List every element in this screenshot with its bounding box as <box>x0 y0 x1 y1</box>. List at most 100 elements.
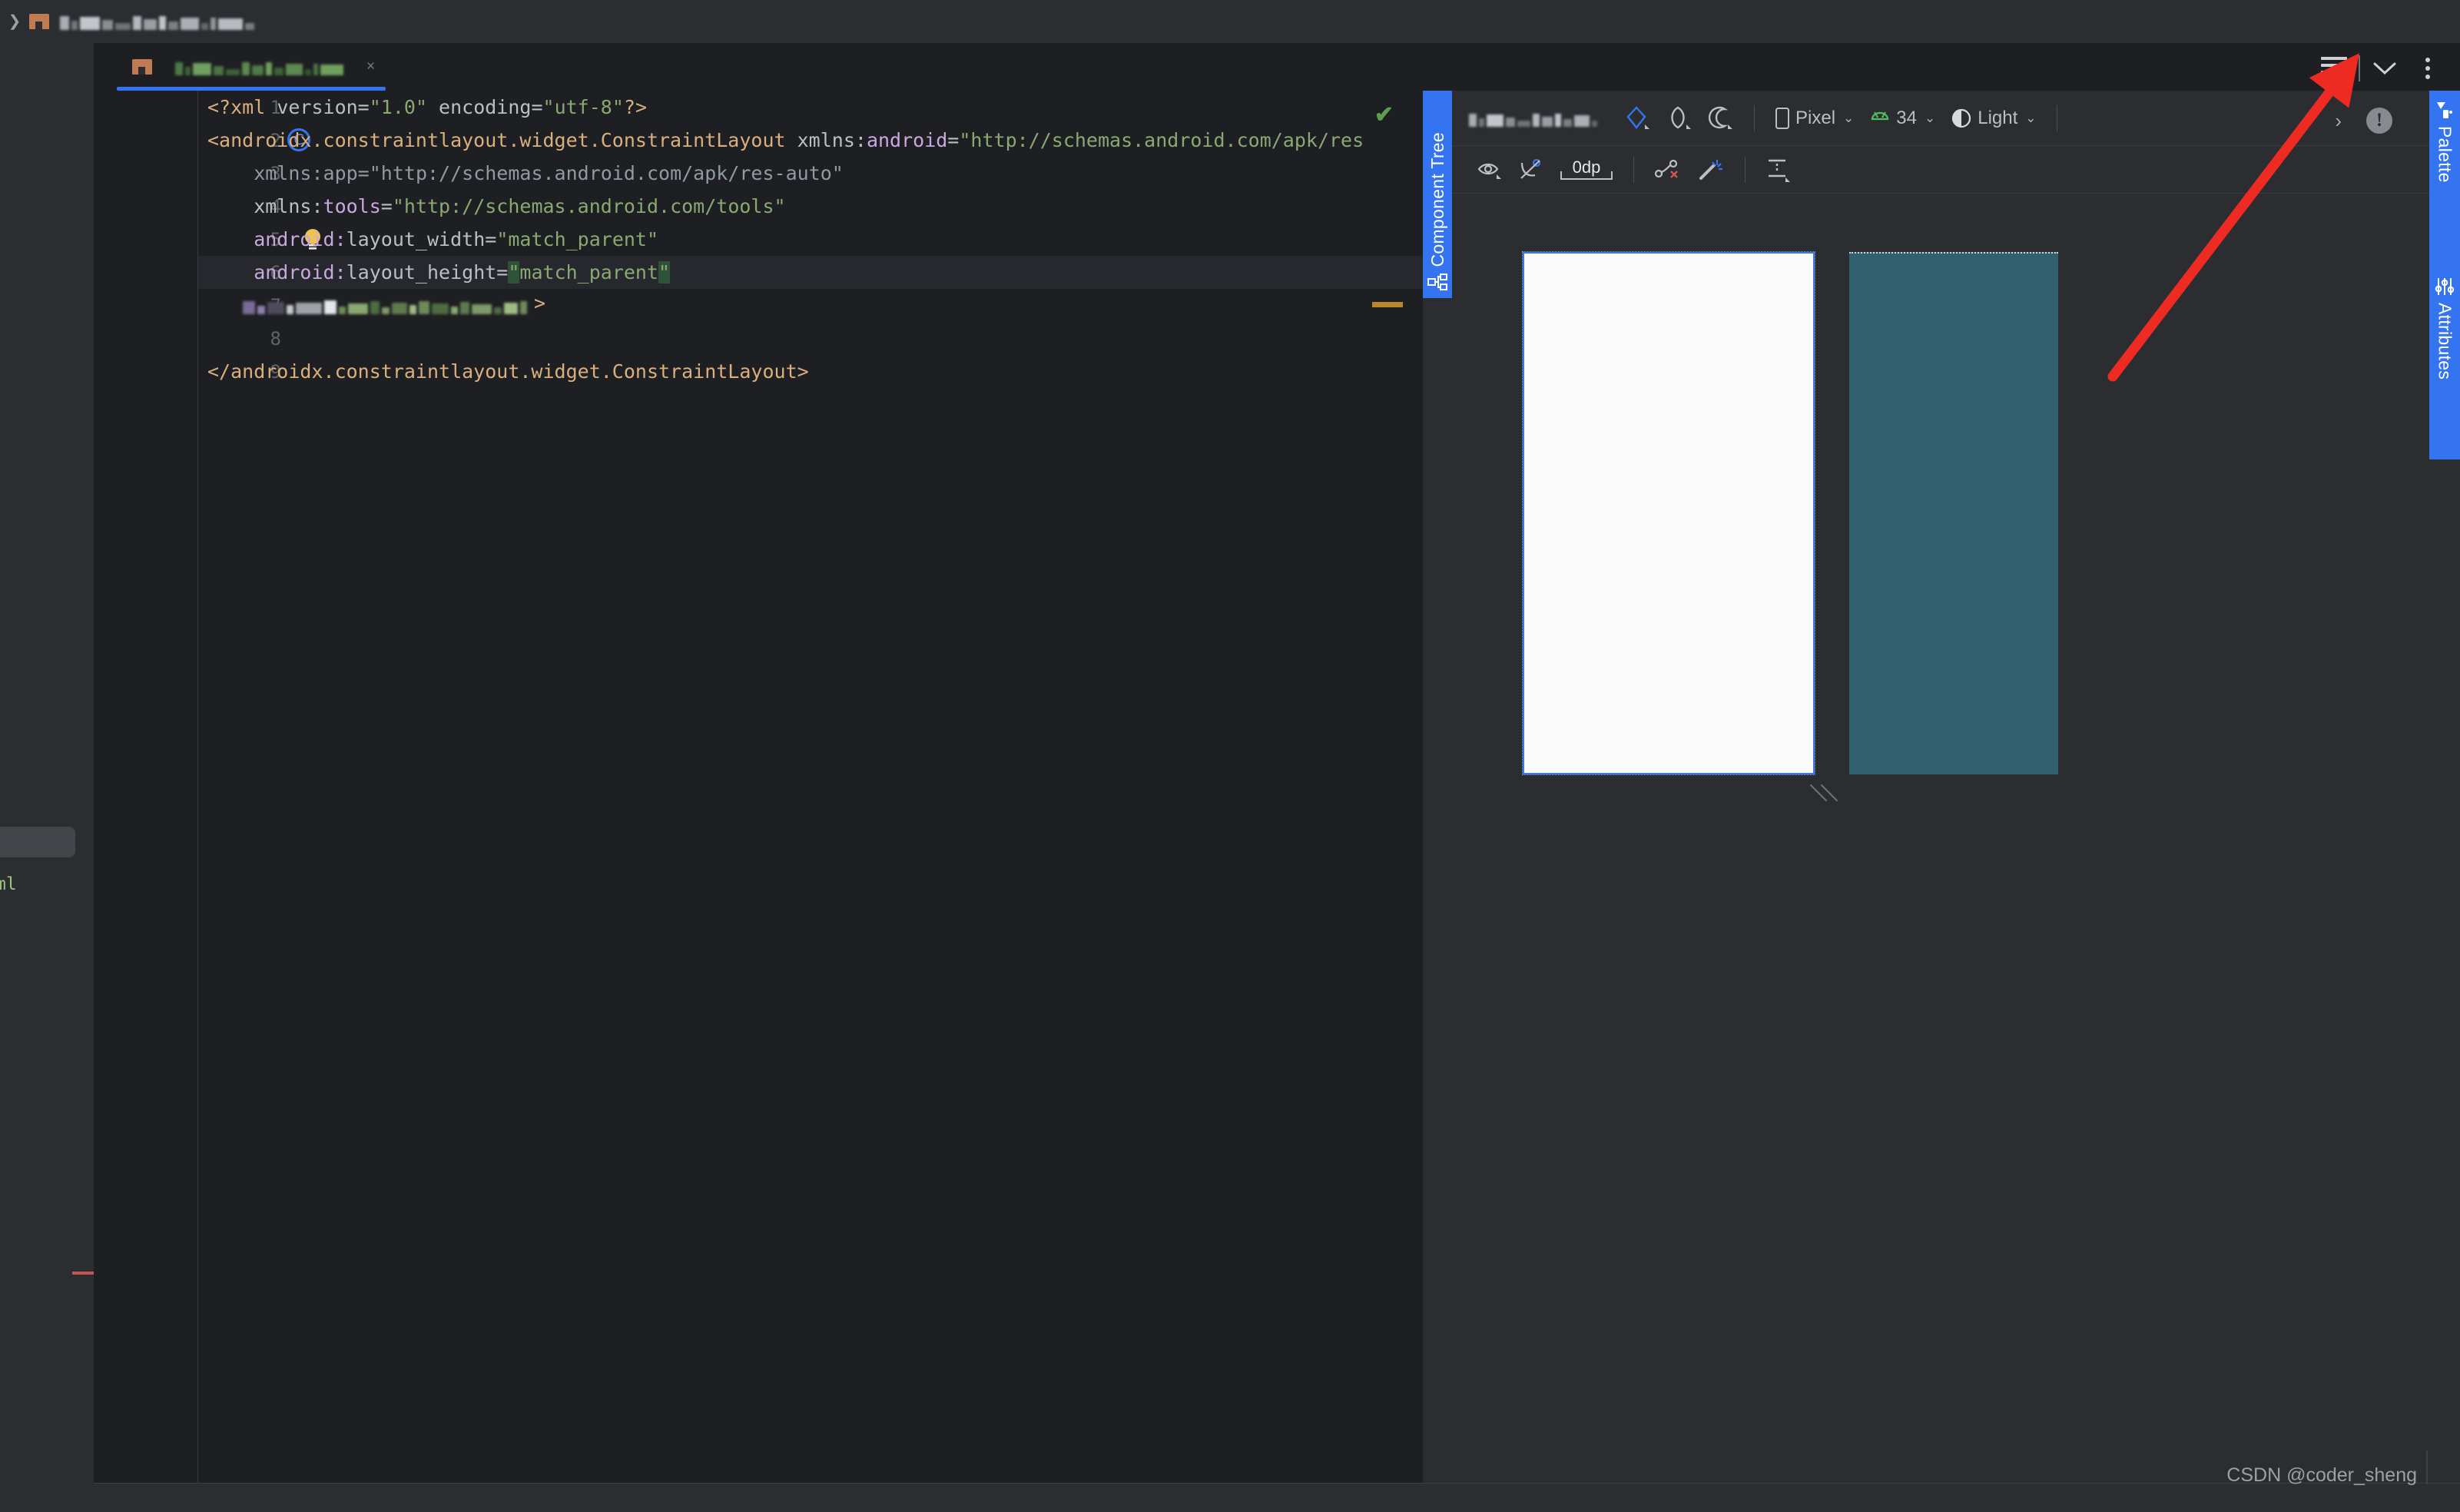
editor-tab-bar: × <box>94 43 2460 91</box>
code-token: <androidx.constraintlayout.widget.Constr… <box>207 129 786 151</box>
code-text: xmlns:tools="http://schemas.android.com/… <box>198 195 786 217</box>
code-token: match_parent <box>519 261 659 284</box>
watermark: CSDN @coder_sheng <box>2226 1464 2417 1486</box>
editor-tab-label-redacted <box>175 58 343 75</box>
code-line[interactable]: 9 </androidx.constraintlayout.widget.Cons… <box>198 355 1423 388</box>
code-line[interactable]: 7> <box>198 289 1423 322</box>
blueprint-preview-surface[interactable] <box>1849 252 2058 774</box>
line-number: 8 <box>270 327 281 350</box>
default-margin-button[interactable]: 0dp <box>1552 153 1621 187</box>
code-token: <?xml <box>207 96 277 118</box>
blueprint-mode-icon <box>1671 106 1691 129</box>
render-warning-icon[interactable]: ! <box>2366 108 2392 134</box>
watermark-divider <box>2426 1451 2428 1484</box>
code-lines[interactable]: 1 <?xml version="1.0" encoding="utf-8"?> 2… <box>198 91 1423 1483</box>
editor-layout-menu-button[interactable] <box>2312 48 2356 89</box>
resize-handle-icon[interactable] <box>1809 781 1839 804</box>
code-token: "http://schemas.android.com/tools" <box>392 195 786 217</box>
clear-constraints-icon <box>1654 159 1678 178</box>
project-panel-sliver[interactable]: ml <box>0 43 94 1512</box>
component-tree-rail <box>1423 298 1452 1483</box>
blueprint-mode-button[interactable] <box>1659 101 1700 135</box>
code-token: xmlns:app <box>207 162 358 184</box>
component-tree-label: Component Tree <box>1427 132 1447 267</box>
breadcrumb-expand-icon[interactable]: ❯ <box>5 0 25 43</box>
code-token: layout_height <box>346 261 497 284</box>
breadcrumb-bar: ❯ <box>0 0 2460 43</box>
code-token: encoding <box>427 96 532 118</box>
code-text: <?xml version="1.0" encoding="utf-8"?> <box>198 96 647 118</box>
rail-empty-area <box>2429 459 2460 1483</box>
xml-file-icon <box>29 12 49 31</box>
code-line[interactable]: 2 C <androidx.constraintlayout.widget.Cons… <box>198 124 1423 157</box>
code-line[interactable]: 1 <?xml version="1.0" encoding="utf-8"?> <box>198 91 1423 124</box>
chevron-down-icon: ⌄ <box>2025 110 2037 125</box>
code-text: </androidx.constraintlayout.widget.Const… <box>198 360 809 383</box>
infer-constraints-button[interactable] <box>1689 154 1732 185</box>
editor-tab-active[interactable]: × <box>117 43 386 91</box>
api-level-button[interactable]: 34 ⌄ <box>1862 104 1943 132</box>
status-bar-text <box>112 1489 121 1507</box>
night-mode-button[interactable] <box>1700 101 1742 135</box>
design-mode-icon <box>1626 105 1649 129</box>
tab-attributes[interactable]: Attributes <box>2429 267 2460 459</box>
component-tree-icon <box>1427 274 1447 290</box>
toolbar-divider <box>1633 156 1634 183</box>
toolbar-divider <box>1745 156 1746 183</box>
code-token: "utf-8" <box>542 96 624 118</box>
code-token: "http://schemas.android.com/apk/res-auto… <box>369 162 844 184</box>
code-token: = <box>380 195 393 217</box>
tab-component-tree[interactable]: Component Tree <box>1423 91 1452 298</box>
project-error-marker <box>72 1272 94 1275</box>
view-options-button[interactable] <box>1469 156 1510 184</box>
palette-label: Palette <box>2435 126 2455 183</box>
code-line[interactable]: 5 android:layout_width="match_parent" <box>198 223 1423 256</box>
code-token: android: <box>207 261 346 284</box>
project-selected-node[interactable] <box>0 827 75 857</box>
toggle-constraints-button[interactable] <box>1510 155 1552 184</box>
tab-close-icon[interactable]: × <box>366 58 375 75</box>
device-preview-surface[interactable] <box>1522 251 1815 775</box>
code-line[interactable]: 8 <box>198 322 1423 355</box>
design-toolbar-primary: Pixel ⌄ 34 ⌄ Light ⌄ › ! <box>1452 91 2429 146</box>
code-token: = <box>496 261 509 284</box>
code-token: version <box>277 96 358 118</box>
hide-constraints-icon <box>1520 158 1541 179</box>
xml-file-icon <box>132 58 152 76</box>
guidelines-icon <box>1769 159 1790 182</box>
code-line[interactable]: 3 xmlns:app="http://schemas.android.com/… <box>198 157 1423 190</box>
clear-constraints-button[interactable] <box>1646 155 1689 184</box>
sliders-icon <box>2435 278 2455 295</box>
svg-text:0dp: 0dp <box>1573 158 1601 177</box>
chevron-down-icon[interactable] <box>2363 48 2406 89</box>
editor-more-options-button[interactable] <box>2406 48 2449 89</box>
code-text: android:layout_width="match_parent" <box>198 228 658 250</box>
eye-icon <box>1477 163 1501 179</box>
code-token: android: <box>207 228 346 250</box>
status-bar <box>94 1483 2460 1512</box>
code-line[interactable]: 6 android:layout_height="match_parent" <box>198 256 1423 289</box>
code-editor[interactable]: ✔ 1 <?xml version="1.0" encoding="utf-8"?… <box>94 91 1423 1483</box>
code-text: <androidx.constraintlayout.widget.Constr… <box>198 129 1364 151</box>
theme-selector-button[interactable]: Light ⌄ <box>1943 104 2044 132</box>
guidelines-button[interactable] <box>1758 154 1799 185</box>
editor-gutter[interactable] <box>94 91 198 1483</box>
chevron-down-icon: ⌄ <box>1843 110 1855 125</box>
design-mode-button[interactable] <box>1617 101 1659 135</box>
layout-canvas[interactable] <box>1452 194 2429 1483</box>
night-mode-icon <box>1708 106 1732 129</box>
palette-icon <box>2437 102 2452 118</box>
code-text: xmlns:app="http://schemas.android.com/ap… <box>198 162 844 184</box>
code-line[interactable]: 4 xmlns:tools="http://schemas.android.co… <box>198 190 1423 223</box>
magic-wand-icon <box>1699 159 1722 180</box>
code-token: = <box>947 129 960 151</box>
code-token: xmlns: <box>207 195 323 217</box>
android-robot-icon <box>1872 111 1889 120</box>
margin-icon: 0dp <box>1560 158 1613 180</box>
tab-palette[interactable]: Palette <box>2429 91 2460 267</box>
device-selector-button[interactable]: Pixel ⌄ <box>1767 104 1862 133</box>
toolbar-overflow-icon[interactable]: › <box>2335 109 2342 133</box>
code-token: layout_width <box>346 228 486 250</box>
code-token: "1.0" <box>369 96 427 118</box>
android-studio-window: ❯ ml × ✔ 1 <?xml version="1.0" encoding=… <box>0 0 2460 1512</box>
